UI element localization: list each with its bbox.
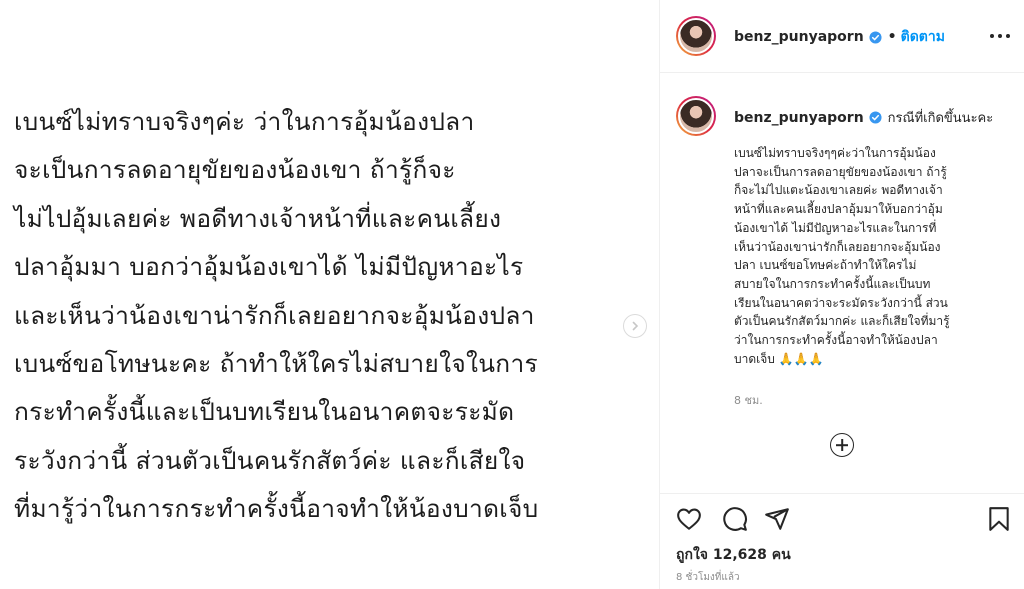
username-link[interactable]: benz_punyaporn (734, 29, 864, 45)
post-text-line: เบนซ์ไม่ทราบจริงๆค่ะ ว่าในการอุ้มน้องปลา (14, 107, 475, 136)
caption-username-link[interactable]: benz_punyaporn (734, 110, 864, 126)
post-text-line: ที่มารู้ว่าในการกระทำครั้งนี้อาจทำให้น้อ… (14, 494, 539, 524)
carousel-next-button[interactable] (623, 314, 647, 338)
caption-line: เบนซ์ไม่ทราบจริงๆๆค่ะว่าในการอุ้มน้อง (734, 146, 936, 160)
like-count[interactable]: ถูกใจ 12,628 คน (676, 544, 791, 566)
post-text-block: เบนซ์ไม่ทราบจริงๆค่ะ ว่าในการอุ้มน้องปลา… (14, 98, 538, 534)
avatar[interactable] (676, 16, 716, 56)
avatar[interactable] (676, 96, 716, 136)
caption-line: สบายใจในการกระทำครั้งนี้และเป็นบท (734, 276, 931, 291)
caption-line: ปลา เบนซ์ขอโทษค่ะถ้าทำให้ใครไม่ (734, 258, 917, 273)
more-options-icon[interactable] (990, 28, 1010, 44)
add-comment-icon[interactable] (830, 433, 854, 457)
post-side-panel: benz_punyaporn • ติดตาม benz_punyaporn ก… (660, 0, 1024, 589)
caption-body: เบนซ์ไม่ทราบจริงๆๆค่ะว่าในการอุ้มน้อง ปล… (734, 144, 994, 368)
post-text-line: เบนซ์ขอโทษนะคะ ถ้าทำให้ใครไม่สบายใจในการ (14, 349, 538, 379)
comment-area: benz_punyaporn กรณีที่เกิดขึ้นนะคะ เบนซ์… (660, 73, 1024, 493)
comment-icon[interactable] (722, 506, 748, 532)
caption-line: บาดเจ็บ 🙏🙏🙏 (734, 351, 824, 366)
chevron-right-icon (632, 321, 639, 331)
caption-line: ก็จะไม่ไปแตะน้องเขาเลยค่ะ พอดีทางเจ้า (734, 183, 943, 198)
caption-line: ปลาจะเป็นการลดอายุขัยของน้องเขา ถ้ารู้ (734, 164, 947, 179)
caption-title: กรณีที่เกิดขึ้นนะคะ (887, 111, 994, 126)
actions-bar: ถูกใจ 12,628 คน 8 ชั่วโมงที่แล้ว (660, 493, 1024, 589)
verified-icon (869, 111, 882, 124)
separator-dot: • (887, 29, 897, 45)
verified-icon (869, 30, 882, 44)
share-icon[interactable] (764, 506, 790, 532)
post-text-line: กระทำครั้งนี้และเป็นบทเรียนในอนาคตจะระมั… (14, 397, 515, 427)
caption-line: น้องเขาได้ ไม่มีปัญหาอะไรและในการที่ (734, 220, 937, 235)
post-timestamp[interactable]: 8 ชั่วโมงที่แล้ว (676, 570, 740, 585)
post-text-line: และเห็นว่าน้องเขาน่ารักก็เลยอยากจะอุ้มน้… (14, 300, 535, 330)
follow-button[interactable]: ติดตาม (901, 26, 945, 48)
post-text-line: ระวังกว่านี้ ส่วนตัวเป็นคนรักสัตว์ค่ะ แล… (14, 445, 526, 475)
caption-head: benz_punyaporn กรณีที่เกิดขึ้นนะคะ (734, 107, 993, 128)
post-text-line: ไม่ไปอุ้มเลยค่ะ พอดีทางเจ้าหน้าที่และคนเ… (14, 203, 502, 233)
post-text-line: จะเป็นการลดอายุขัยของน้องเขา ถ้ารู้ก็จะ (14, 155, 456, 185)
save-icon[interactable] (986, 506, 1012, 532)
caption-line: เห็นว่าน้องเขาน่ารักก็เลยอยากจะอุ้มน้อง (734, 239, 941, 254)
like-icon[interactable] (676, 506, 702, 532)
header-user-row: benz_punyaporn • ติดตาม (734, 26, 945, 48)
caption-timestamp[interactable]: 8 ชม. (734, 391, 763, 409)
caption-line: เรียนในอนาคตว่าจะระมัดระวังกว่านี้ ส่วน (734, 295, 948, 310)
caption-line: หน้าที่และคนเลี้ยงปลาอุ้มมาให้บอกว่าอุ้ม (734, 202, 943, 217)
post-text-line: ปลาอุ้มมา บอกว่าอุ้มน้องเขาได้ ไม่มีปัญห… (14, 252, 524, 282)
post-image[interactable]: เบนซ์ไม่ทราบจริงๆค่ะ ว่าในการอุ้มน้องปลา… (0, 0, 659, 589)
post-header: benz_punyaporn • ติดตาม (660, 0, 1024, 73)
caption-line: ว่าในการกระทำครั้งนี้อาจทำให้น้องปลา (734, 333, 938, 348)
caption-line: ตัวเป็นคนรักสัตว์มากค่ะ และก็เสียใจที่มา… (734, 314, 950, 329)
